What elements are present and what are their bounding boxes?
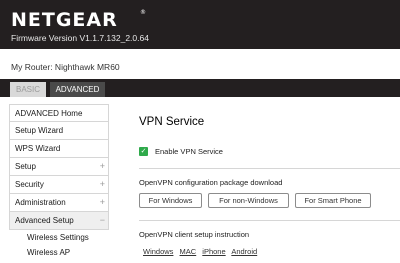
- expand-icon: +: [99, 161, 105, 171]
- sidebar-item-label: Administration: [15, 198, 66, 207]
- sidebar-item-label: Setup: [15, 162, 36, 171]
- sidebar-item-advanced-setup[interactable]: Advanced Setup −: [9, 212, 109, 230]
- registered-mark: ®: [140, 9, 146, 16]
- for-windows-button[interactable]: For Windows: [139, 193, 202, 208]
- enable-vpn-label: Enable VPN Service: [155, 147, 223, 156]
- sidebar-subitem-wireless-settings[interactable]: Wireless Settings: [27, 233, 89, 242]
- tab-advanced[interactable]: ADVANCED: [50, 82, 105, 97]
- windows-link[interactable]: Windows: [143, 247, 173, 256]
- expand-icon: +: [99, 197, 105, 207]
- instruction-section-title: OpenVPN client setup instruction: [139, 230, 250, 239]
- sidebar-subitem-wireless-ap[interactable]: Wireless AP: [27, 248, 70, 257]
- collapse-icon: −: [99, 215, 105, 225]
- sidebar-item-administration[interactable]: Administration +: [9, 194, 109, 212]
- sidebar-item-advanced-home[interactable]: ADVANCED Home: [9, 104, 109, 122]
- android-link[interactable]: Android: [231, 247, 257, 256]
- main-content: VPN Service ✓ Enable VPN Service OpenVPN…: [112, 104, 400, 263]
- sidebar-item-label: WPS Wizard: [15, 144, 61, 153]
- instruction-links: Windows MAC iPhone Android: [143, 247, 261, 256]
- firmware-version: Firmware Version V1.1.7.132_2.0.64: [11, 33, 149, 43]
- iphone-link[interactable]: iPhone: [202, 247, 225, 256]
- for-non-windows-button[interactable]: For non-Windows: [208, 193, 289, 208]
- checkmark-icon: ✓: [140, 147, 147, 155]
- sidebar-item-setup[interactable]: Setup +: [9, 158, 109, 176]
- sidebar-item-label: ADVANCED Home: [15, 109, 83, 118]
- sidebar-item-label: Advanced Setup: [15, 216, 74, 225]
- sidebar-item-security[interactable]: Security +: [9, 176, 109, 194]
- mac-link[interactable]: MAC: [180, 247, 197, 256]
- netgear-logo[interactable]: NETGEAR: [11, 9, 118, 31]
- router-name: My Router: Nighthawk MR60: [11, 62, 120, 72]
- sidebar-item-wps-wizard[interactable]: WPS Wizard: [9, 140, 109, 158]
- sidebar-item-label: Setup Wizard: [15, 126, 64, 135]
- header-bar: NETGEAR ® Firmware Version V1.1.7.132_2.…: [0, 0, 400, 49]
- download-section-title: OpenVPN configuration package download: [139, 178, 283, 187]
- divider: [139, 220, 400, 221]
- tab-basic[interactable]: BASIC: [10, 82, 46, 97]
- page-title: VPN Service: [139, 116, 205, 128]
- enable-vpn-checkbox[interactable]: ✓: [139, 147, 148, 156]
- for-smart-phone-button[interactable]: For Smart Phone: [295, 193, 371, 208]
- sidebar-item-setup-wizard[interactable]: Setup Wizard: [9, 122, 109, 140]
- tab-bar: BASIC ADVANCED: [0, 79, 400, 97]
- sidebar: ADVANCED Home Setup Wizard WPS Wizard Se…: [9, 104, 109, 263]
- expand-icon: +: [99, 179, 105, 189]
- divider: [139, 168, 400, 169]
- sidebar-item-label: Security: [15, 180, 44, 189]
